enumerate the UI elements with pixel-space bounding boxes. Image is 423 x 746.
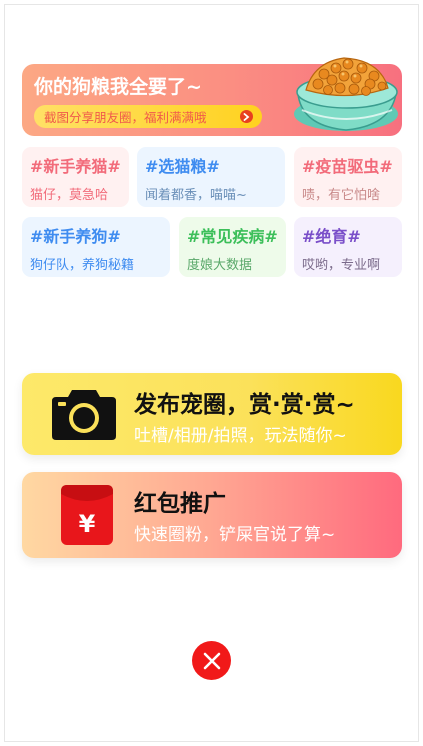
tag-subtitle: 闻着都香，喵喵~ [145,188,247,203]
tag-new-dog[interactable]: #新手养狗# 狗仔队，养狗秘籍 [22,217,170,277]
tag-new-cat[interactable]: #新手养猫# 猫仔，莫急哈 [22,147,129,207]
tag-subtitle: 狗仔队，养狗秘籍 [30,258,135,273]
tag-title: #常见疾病# [187,227,278,246]
yuan-symbol: ¥ [79,510,96,538]
tag-common-disease[interactable]: #常见疾病# 度娘大数据 [179,217,286,277]
post-card-subtitle: 吐槽/相册/拍照，玩法随你~ [134,426,347,446]
tag-vaccine-deworm[interactable]: #疫苗驱虫# 啧，有它怕啥 [294,147,402,207]
tag-subtitle: 啧，有它怕啥 [302,188,381,203]
tag-subtitle: 度娘大数据 [187,258,253,273]
tag-neuter[interactable]: #绝育# 哎哟，专业啊 [294,217,402,277]
camera-icon [52,390,116,440]
close-button[interactable] [192,641,231,680]
red-envelope-icon: ¥ [61,485,113,545]
post-card-title: 发布宠圈，赏·赏·赏~ [134,392,355,418]
close-icon [203,652,220,669]
dog-food-bowl-image [294,57,398,131]
tag-title: #疫苗驱虫# [302,157,393,176]
red-packet-promo-button[interactable]: ¥ 红包推广 快速圈粉，铲屎官说了算~ [22,472,402,558]
chevron-right-circle-icon [240,110,253,123]
banner-title: 你的狗粮我全要了~ [34,76,202,98]
tag-title: #新手养狗# [30,227,121,246]
redpacket-card-title: 红包推广 [134,491,226,517]
share-moments-button[interactable]: 截图分享朋友圈，福利满满哦 [34,105,262,128]
tag-title: #绝育# [302,227,361,246]
tag-title: #选猫粮# [145,157,220,176]
post-moment-button[interactable]: 发布宠圈，赏·赏·赏~ 吐槽/相册/拍照，玩法随你~ [22,373,402,455]
tag-subtitle: 猫仔，莫急哈 [30,188,109,203]
redpacket-card-subtitle: 快速圈粉，铲屎官说了算~ [134,525,336,545]
tag-cat-food[interactable]: #选猫粮# 闻着都香，喵喵~ [137,147,285,207]
share-banner[interactable]: 你的狗粮我全要了~ 截图分享朋友圈，福利满满哦 [22,57,402,136]
share-moments-label: 截图分享朋友圈，福利满满哦 [44,110,207,125]
tag-subtitle: 哎哟，专业啊 [302,258,381,273]
tag-title: #新手养猫# [30,157,121,176]
